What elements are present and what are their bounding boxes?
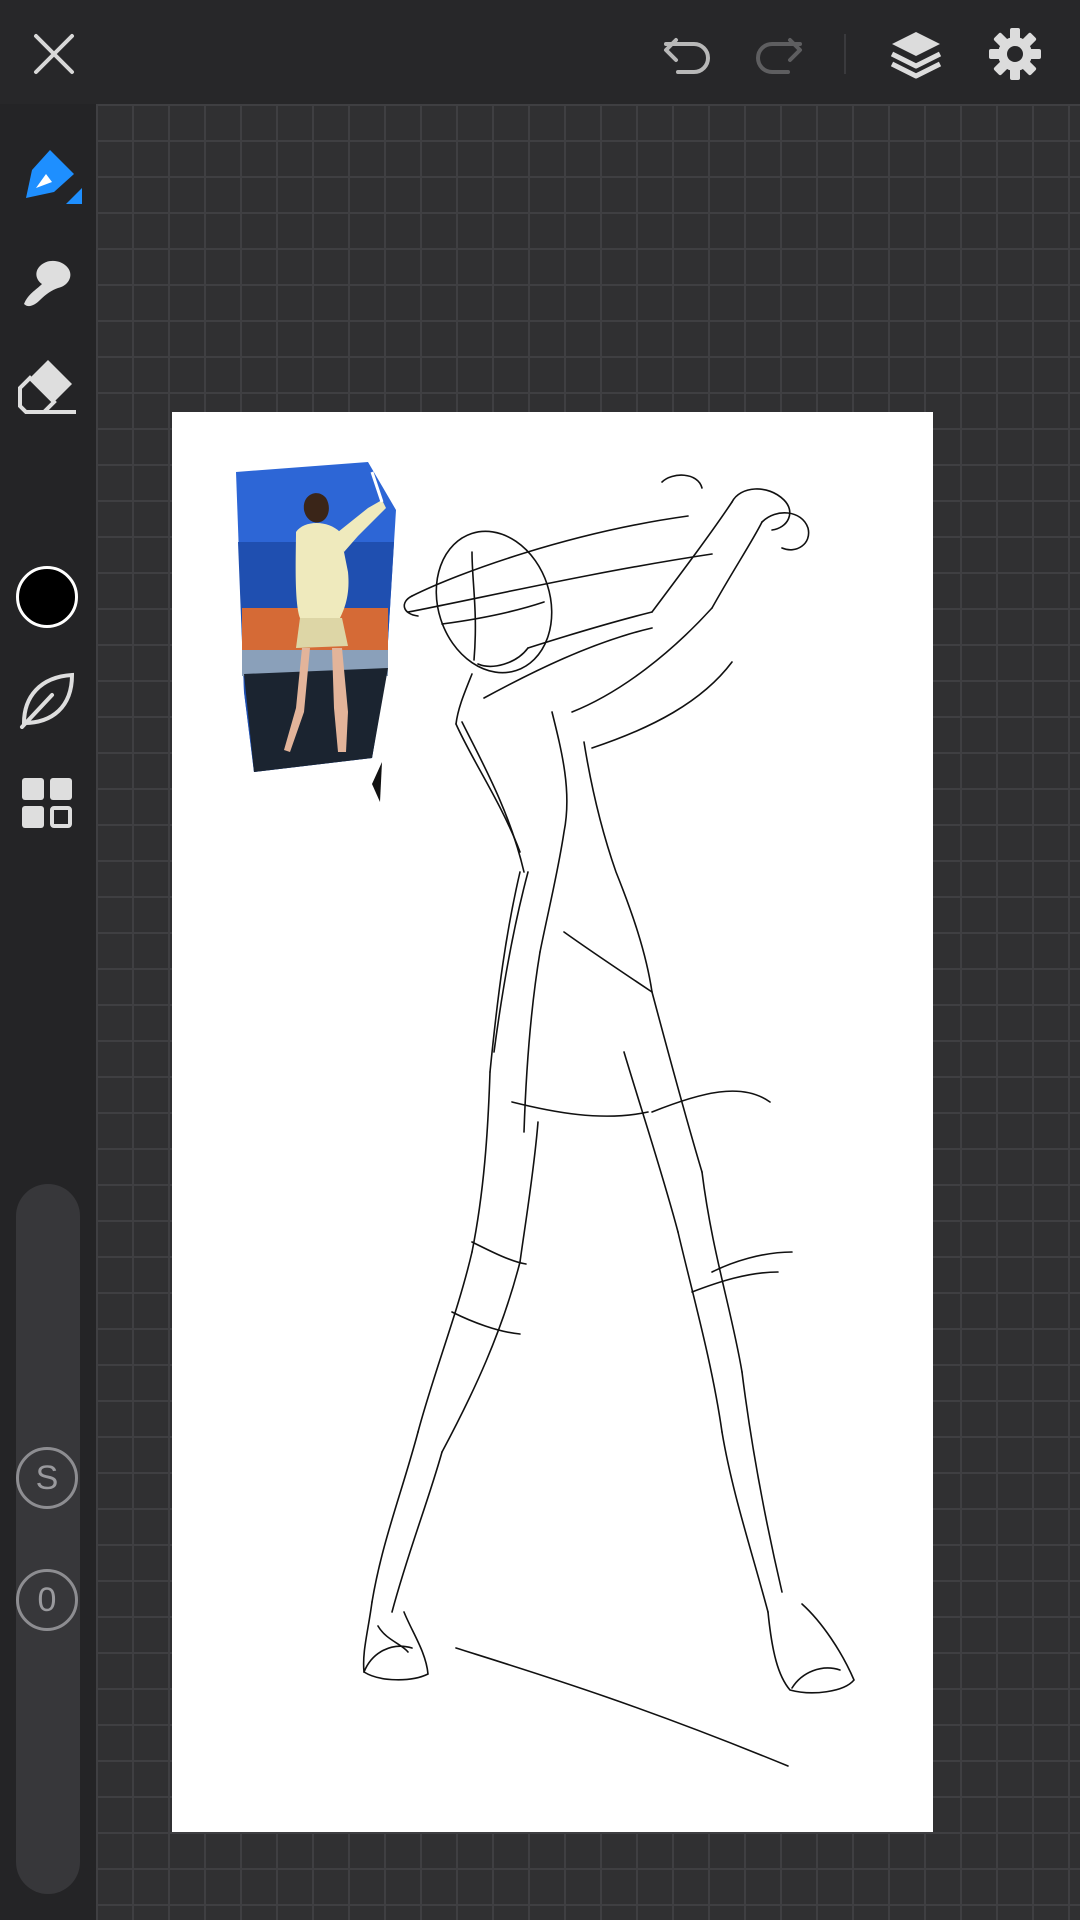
gesture-sketch-golfer	[362, 474, 855, 1767]
golfer-reference-photo[interactable]	[236, 462, 396, 772]
redo-icon[interactable]	[750, 30, 806, 78]
brush-size-slider[interactable]	[16, 1184, 80, 1894]
leaf-icon[interactable]	[18, 669, 78, 729]
toolbar-divider	[844, 34, 846, 74]
gear-icon[interactable]	[988, 27, 1042, 81]
stabilizer-knob[interactable]: S	[16, 1447, 78, 1509]
opacity-label: 0	[37, 1581, 57, 1619]
stabilizer-label: S	[35, 1459, 59, 1497]
smudge-icon[interactable]	[18, 254, 76, 312]
close-icon[interactable]	[30, 30, 78, 78]
pen-icon[interactable]	[16, 144, 82, 210]
layers-icon[interactable]	[888, 28, 944, 80]
color-swatch[interactable]	[16, 566, 78, 628]
panels-icon[interactable]	[20, 776, 76, 832]
drawing-canvas[interactable]	[172, 412, 933, 1832]
eraser-icon[interactable]	[18, 354, 78, 414]
opacity-knob[interactable]: 0	[16, 1569, 78, 1631]
top-toolbar	[0, 0, 1080, 104]
ink-mark	[372, 762, 382, 802]
tool-sidebar: S 0	[0, 104, 96, 1920]
canvas-svg	[236, 462, 855, 1767]
undo-icon[interactable]	[660, 30, 716, 78]
